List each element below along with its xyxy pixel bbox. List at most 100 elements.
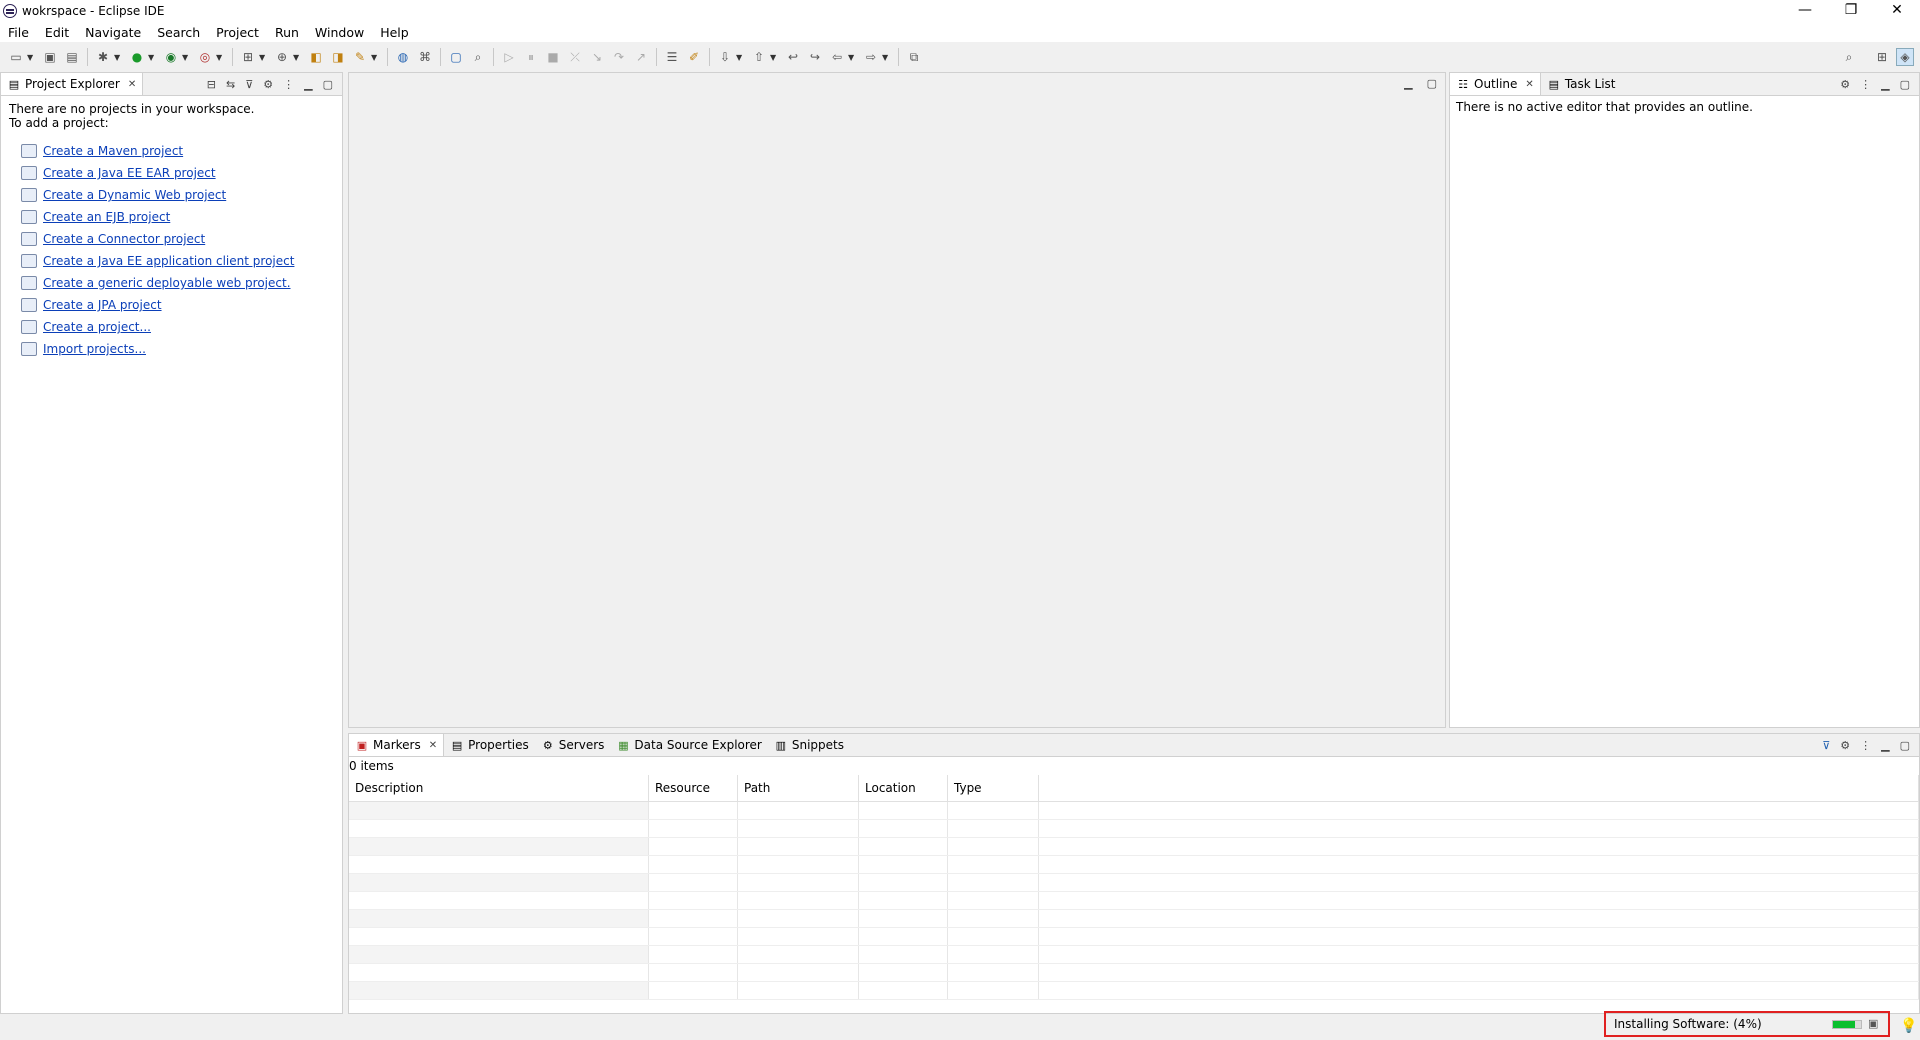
new-server-icon[interactable]: ⊞ [240, 49, 256, 65]
suspend-icon[interactable]: ⏸ [523, 49, 539, 65]
maximize-view-icon[interactable]: ▢ [323, 78, 333, 91]
view-menu-icon[interactable]: ⋮ [1860, 78, 1871, 91]
toggle-word-wrap-icon[interactable]: ☰ [664, 49, 680, 65]
step-over-icon[interactable]: ↷ [611, 49, 627, 65]
filter-icon[interactable]: ⊽ [245, 78, 253, 91]
create-maven-project-link[interactable]: Create a Maven project [43, 144, 183, 158]
open-type-icon[interactable]: ◧ [308, 49, 324, 65]
new-web-dropdown-icon[interactable]: ▼ [293, 53, 301, 62]
minimize-icon[interactable]: — [1782, 0, 1828, 22]
new-icon[interactable]: ▭ [8, 49, 24, 65]
run-icon[interactable]: ● [129, 49, 145, 65]
debug-icon[interactable]: ✱ [95, 49, 111, 65]
step-into-icon[interactable]: ↘ [589, 49, 605, 65]
close-icon[interactable]: ✕ [128, 79, 136, 90]
run-dropdown-icon[interactable]: ▼ [148, 53, 156, 62]
back-forward-history-icon[interactable]: ↪ [807, 49, 823, 65]
search-tool-dropdown-icon[interactable]: ▼ [371, 53, 379, 62]
toggle-mark-occurrences-icon[interactable]: ✐ [686, 49, 702, 65]
lightbulb-icon[interactable]: 💡 [1900, 1018, 1917, 1034]
progress-view-icon[interactable]: ▣ [1868, 1017, 1878, 1030]
collapse-all-icon[interactable]: ⊟ [207, 78, 216, 91]
external-tools-icon[interactable]: ◎ [197, 49, 213, 65]
disconnect-icon[interactable]: ⤫ [567, 49, 583, 65]
maximize-view-icon[interactable]: ▢ [1900, 78, 1910, 91]
external-tools-dropdown-icon[interactable]: ▼ [216, 53, 224, 62]
create-dynamic-web-project-link[interactable]: Create a Dynamic Web project [43, 188, 226, 202]
menu-help[interactable]: Help [372, 25, 417, 40]
editor-area[interactable]: ▁ ▢ [348, 72, 1446, 728]
previous-annotation-dropdown-icon[interactable]: ▼ [770, 53, 778, 62]
focus-icon[interactable]: ⚙ [1840, 78, 1850, 91]
progress-indicator[interactable]: Installing Software: (4%) ▣ [1604, 1011, 1890, 1037]
back-dropdown-icon[interactable]: ▼ [848, 53, 856, 62]
minimize-view-icon[interactable]: ▁ [1881, 739, 1889, 752]
close-icon[interactable]: ✕ [1525, 79, 1533, 90]
debug-dropdown-icon[interactable]: ▼ [114, 53, 122, 62]
view-menu-icon[interactable]: ⋮ [1860, 739, 1871, 752]
back-icon[interactable]: ⇦ [829, 49, 845, 65]
tab-servers[interactable]: ⚙ Servers [535, 734, 611, 756]
close-icon[interactable]: ✕ [1874, 0, 1920, 22]
menu-run[interactable]: Run [267, 25, 307, 40]
tab-properties[interactable]: ▤ Properties [444, 734, 535, 756]
column-path[interactable]: Path [737, 775, 859, 802]
next-annotation-dropdown-icon[interactable]: ▼ [736, 53, 744, 62]
java-ee-perspective-icon[interactable]: ◈ [1896, 48, 1914, 66]
create-ejb-project-link[interactable]: Create an EJB project [43, 210, 170, 224]
terminate-icon[interactable]: ■ [545, 49, 561, 65]
open-task-icon[interactable]: ◨ [330, 49, 346, 65]
maximize-editor-icon[interactable]: ▢ [1427, 77, 1437, 90]
focus-icon[interactable]: ⚙ [263, 78, 273, 91]
restore-icon[interactable]: ❐ [1828, 0, 1874, 22]
pin-editor-icon[interactable]: ⧉ [906, 49, 922, 65]
menu-window[interactable]: Window [307, 25, 372, 40]
search-tool-icon[interactable]: ✎ [352, 49, 368, 65]
coverage-dropdown-icon[interactable]: ▼ [182, 53, 190, 62]
tab-project-explorer[interactable]: ▤ Project Explorer ✕ [1, 73, 144, 95]
forward-icon[interactable]: ⇨ [863, 49, 879, 65]
import-projects-link[interactable]: Import projects... [43, 342, 146, 356]
perspective-tool-icon[interactable]: ⌘ [417, 49, 433, 65]
column-resource[interactable]: Resource [648, 775, 738, 802]
previous-annotation-icon[interactable]: ⇧ [751, 49, 767, 65]
column-location[interactable]: Location [858, 775, 948, 802]
menu-project[interactable]: Project [208, 25, 267, 40]
column-description[interactable]: Description [349, 775, 649, 802]
close-icon[interactable]: ✕ [429, 740, 437, 751]
maximize-view-icon[interactable]: ▢ [1900, 739, 1910, 752]
next-annotation-icon[interactable]: ⇩ [717, 49, 733, 65]
tab-data-source-explorer[interactable]: ▦ Data Source Explorer [610, 734, 767, 756]
menu-search[interactable]: Search [149, 25, 208, 40]
menu-edit[interactable]: Edit [37, 25, 77, 40]
link-with-editor-icon[interactable]: ⇆ [226, 78, 235, 91]
save-icon[interactable]: ▣ [42, 49, 58, 65]
create-generic-web-project-link[interactable]: Create a generic deployable web project. [43, 276, 291, 290]
minimize-editor-icon[interactable]: ▁ [1404, 77, 1412, 90]
forward-dropdown-icon[interactable]: ▼ [882, 53, 890, 62]
tab-snippets[interactable]: ▥ Snippets [768, 734, 850, 756]
tab-task-list[interactable]: ▤ Task List [1541, 73, 1622, 95]
terminal-icon[interactable]: ⌕ [470, 49, 486, 65]
open-perspective-icon[interactable]: ⊞ [1874, 49, 1890, 65]
menu-navigate[interactable]: Navigate [77, 25, 149, 40]
create-ear-project-link[interactable]: Create a Java EE EAR project [43, 166, 216, 180]
resume-icon[interactable]: ▷ [501, 49, 517, 65]
new-dropdown-icon[interactable]: ▼ [27, 53, 35, 62]
focus-icon[interactable]: ⚙ [1840, 739, 1850, 752]
minimize-view-icon[interactable]: ▁ [304, 78, 312, 91]
tab-markers[interactable]: ▣ Markers ✕ [349, 734, 445, 756]
create-app-client-project-link[interactable]: Create a Java EE application client proj… [43, 254, 294, 268]
menu-file[interactable]: File [0, 25, 37, 40]
create-connector-project-link[interactable]: Create a Connector project [43, 232, 205, 246]
new-server-dropdown-icon[interactable]: ▼ [259, 53, 267, 62]
new-web-icon[interactable]: ⊕ [274, 49, 290, 65]
create-jpa-project-link[interactable]: Create a JPA project [43, 298, 162, 312]
tab-outline[interactable]: ☷ Outline ✕ [1450, 73, 1541, 95]
console-icon[interactable]: ▢ [448, 49, 464, 65]
create-project-link[interactable]: Create a project... [43, 320, 151, 334]
view-menu-icon[interactable]: ⋮ [283, 78, 294, 91]
minimize-view-icon[interactable]: ▁ [1881, 78, 1889, 91]
coverage-icon[interactable]: ◉ [163, 49, 179, 65]
browser-icon[interactable]: ◍ [395, 49, 411, 65]
